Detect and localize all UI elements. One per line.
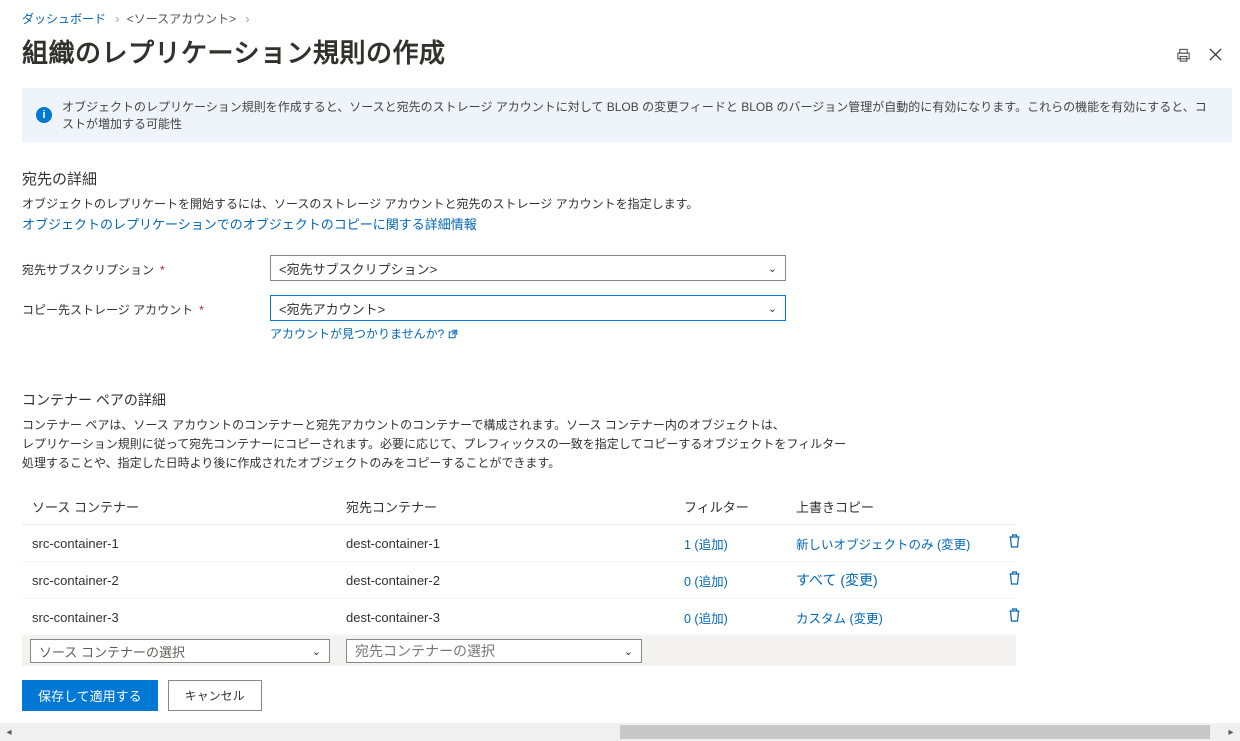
copyover-link[interactable]: カスタム (変更) [796,608,992,627]
pairs-desc-3: 処理することや、指定した日時より後に作成されたオブジェクトのみをコピーすることが… [22,454,1240,471]
chevron-down-icon: ⌄ [768,262,777,275]
scroll-right-icon[interactable]: ▸ [1222,723,1240,741]
delete-row-button[interactable] [1007,570,1022,590]
info-text: オブジェクトのレプリケーション規則を作成すると、ソースと宛先のストレージ アカウ… [62,98,1218,132]
source-container-select[interactable]: ソース コンテナーの選択 ⌄ [30,639,330,663]
filter-link[interactable]: 0 (追加) [684,571,796,590]
chevron-down-icon: ⌄ [768,302,777,315]
delete-row-button[interactable] [1007,607,1022,627]
close-icon[interactable] [1209,48,1222,66]
trash-icon [1007,570,1022,586]
breadcrumb-dashboard[interactable]: ダッシュボード [22,12,106,26]
col-filter: フィルター [684,497,796,516]
table-row: src-container-1 dest-container-1 1 (追加) … [22,525,1016,562]
breadcrumb-source-account[interactable]: <ソースアカウント> [127,12,236,26]
section-desc-destination: オブジェクトのレプリケートを開始するには、ソースのストレージ アカウントと宛先の… [22,195,1240,212]
dest-container-cell: dest-container-2 [346,573,684,588]
pairs-desc-1: コンテナー ペアは、ソース アカウントのコンテナーと宛先アカウントのコンテナーで… [22,416,1240,433]
horizontal-scrollbar[interactable]: ◂ ▸ [0,723,1240,741]
container-pair-table: ソース コンテナー 宛先コンテナー フィルター 上書きコピー src-conta… [22,489,1016,636]
section-title-destination: 宛先の詳細 [22,168,1240,189]
page-title: 組織のレプリケーション規則の作成 [22,33,1240,70]
breadcrumb: ダッシュボード › <ソースアカウント> › [22,10,1240,27]
source-container-cell: src-container-3 [32,610,346,625]
section-title-container-pairs: コンテナー ペアの詳細 [22,390,1240,410]
chevron-right-icon: › [115,12,119,26]
dest-container-select[interactable]: 宛先コンテナーの選択 ⌄ [346,639,642,663]
copy-info-link[interactable]: オブジェクトのレプリケーションでのオブジェクトのコピーに関する詳細情報 [22,217,477,232]
trash-icon [1007,533,1022,549]
print-icon[interactable] [1176,48,1191,66]
dest-container-cell: dest-container-1 [346,536,684,551]
filter-link[interactable]: 0 (追加) [684,608,796,627]
scrollbar-thumb[interactable] [620,725,1210,739]
save-apply-button[interactable]: 保存して適用する [22,680,158,711]
delete-row-button[interactable] [1007,533,1022,553]
dest-container-cell: dest-container-3 [346,610,684,625]
cancel-button[interactable]: キャンセル [168,680,262,711]
external-link-icon [448,329,458,339]
table-row: src-container-2 dest-container-2 0 (追加) … [22,562,1016,599]
copyover-link[interactable]: すべて (変更) [796,570,992,590]
col-copy: 上書きコピー [796,497,992,516]
info-banner: i オブジェクトのレプリケーション規則を作成すると、ソースと宛先のストレージ ア… [22,88,1232,142]
dest-subscription-select[interactable]: <宛先サブスクリプション> ⌄ [270,255,786,281]
dest-account-label: コピー先ストレージ アカウント* [22,295,270,318]
dest-account-select[interactable]: <宛先アカウント> ⌄ [270,295,786,321]
new-pair-row: ソース コンテナーの選択 ⌄ 宛先コンテナーの選択 ⌄ [22,636,1016,666]
col-dest: 宛先コンテナー [346,497,684,516]
copyover-link[interactable]: 新しいオブジェクトのみ (変更) [796,534,992,553]
table-row: src-container-3 dest-container-3 0 (追加) … [22,599,1016,636]
chevron-right-icon: › [245,12,249,26]
filter-link[interactable]: 1 (追加) [684,534,796,553]
source-container-cell: src-container-2 [32,573,346,588]
pairs-desc-2: レプリケーション規則に従って宛先コンテナーにコピーされます。必要に応じて、プレフ… [22,435,1240,452]
chevron-down-icon: ⌄ [312,645,321,658]
scroll-left-icon[interactable]: ◂ [0,723,18,741]
trash-icon [1007,607,1022,623]
info-icon: i [36,107,52,123]
account-not-found-link[interactable]: アカウントが見つかりませんか? [270,325,458,342]
dest-subscription-label: 宛先サブスクリプション* [22,255,270,278]
chevron-down-icon: ⌄ [624,645,633,658]
source-container-cell: src-container-1 [32,536,346,551]
col-source: ソース コンテナー [32,497,346,516]
